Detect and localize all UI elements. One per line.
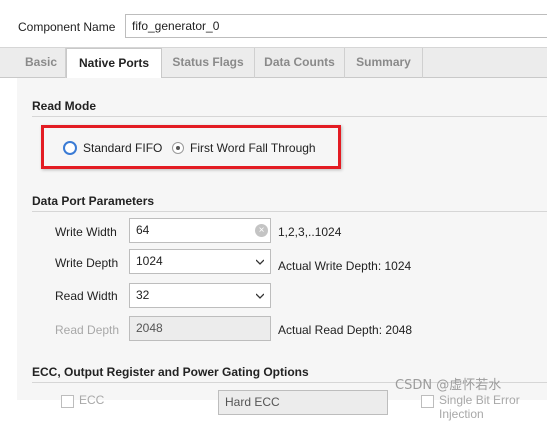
tab-basic[interactable]: Basic [17, 48, 66, 78]
chevron-down-icon[interactable] [256, 292, 264, 300]
component-name-input[interactable]: fifo_generator_0 [125, 14, 547, 38]
standard-fifo-label[interactable]: Standard FIFO [83, 141, 162, 155]
tab-native-ports[interactable]: Native Ports [66, 48, 162, 79]
read-depth-hint: Actual Read Depth: 2048 [278, 323, 413, 337]
first-word-fall-through-label[interactable]: First Word Fall Through [190, 141, 316, 155]
write-depth-hint: Actual Write Depth: 1024 [278, 259, 412, 273]
ecc-label[interactable]: ECC [79, 393, 104, 407]
single-bit-error-label[interactable]: Single Bit Error Injection [439, 393, 547, 421]
tab-summary[interactable]: Summary [345, 48, 423, 78]
chevron-down-icon[interactable] [256, 258, 264, 266]
divider [32, 211, 547, 212]
read-depth-label: Read Depth [55, 323, 120, 337]
read-depth-field: 2048 [129, 316, 271, 341]
ecc-section-title: ECC, Output Register and Power Gating Op… [32, 365, 309, 379]
divider [32, 116, 547, 117]
tab-data-counts[interactable]: Data Counts [255, 48, 345, 78]
write-width-label: Write Width [55, 225, 117, 239]
single-bit-error-checkbox[interactable] [421, 395, 434, 408]
read-mode-title: Read Mode [32, 99, 97, 113]
write-depth-label: Write Depth [55, 256, 119, 270]
first-word-fall-through-radio[interactable] [172, 142, 184, 154]
tab-status-flags[interactable]: Status Flags [162, 48, 255, 78]
component-name-label: Component Name [18, 20, 116, 34]
ecc-type-select[interactable]: Hard ECC [218, 390, 388, 415]
read-width-select[interactable]: 32 [129, 283, 271, 308]
write-width-input[interactable]: 64 [129, 218, 271, 243]
clear-icon[interactable]: × [255, 224, 268, 237]
data-port-title: Data Port Parameters [32, 194, 155, 208]
write-width-hint: 1,2,3,..1024 [278, 225, 342, 239]
standard-fifo-radio[interactable] [63, 141, 77, 155]
ecc-checkbox[interactable] [61, 395, 74, 408]
read-width-label: Read Width [55, 289, 118, 303]
write-depth-select[interactable]: 1024 [129, 249, 271, 274]
watermark: CSDN @虚怀若水 [395, 378, 502, 393]
